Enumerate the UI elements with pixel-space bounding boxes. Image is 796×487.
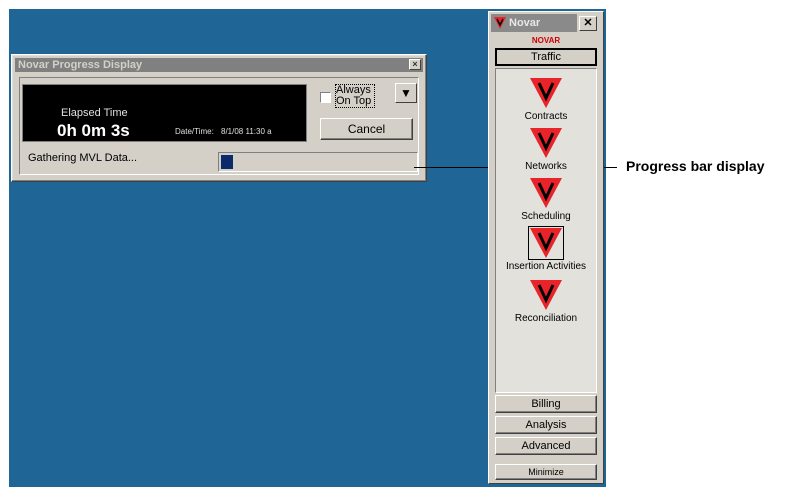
dropdown-button[interactable]: ▼ [395, 83, 417, 103]
always-on-top-checkbox[interactable] [320, 92, 331, 103]
module-reconciliation[interactable]: Reconciliation [496, 279, 596, 324]
novar-v-icon [530, 178, 562, 208]
callout-label: Progress bar display [626, 158, 765, 174]
datetime-label: Date/Time: [175, 127, 214, 136]
always-on-top-label[interactable]: Always On Top [335, 84, 375, 108]
status-text: Gathering MVL Data... [28, 152, 138, 164]
novar-v-icon [528, 226, 564, 260]
elapsed-time-value: 0h 0m 3s [57, 121, 130, 140]
module-label: Insertion Activities [505, 261, 587, 272]
module-label: Reconciliation [514, 313, 578, 324]
elapsed-time-panel: Elapsed Time 0h 0m 3s Date/Time: 8/1/08 … [22, 84, 307, 142]
progress-bar-fill [221, 155, 233, 169]
traffic-button[interactable]: Traffic [495, 48, 597, 66]
toolbar-title: Novar [509, 17, 541, 29]
module-networks[interactable]: Networks [496, 127, 596, 172]
elapsed-time-label: Elapsed Time [61, 107, 128, 119]
minimize-button[interactable]: Minimize [495, 464, 597, 480]
dialog-close-button[interactable]: × [409, 59, 421, 70]
novar-toolbar: Novar ✕ NOVAR Traffic Contracts Networks… [488, 11, 604, 484]
module-label: Contracts [524, 111, 568, 122]
novar-v-icon [530, 128, 562, 158]
novar-logo-icon [494, 17, 506, 29]
cancel-button[interactable]: Cancel [320, 118, 413, 140]
triangle-down-icon: ▼ [400, 86, 412, 100]
datetime-value: 8/1/08 11:30 a [221, 127, 272, 136]
billing-button[interactable]: Billing [495, 395, 597, 413]
novar-v-icon [530, 78, 562, 108]
toolbar-title-bar[interactable]: Novar [491, 14, 577, 32]
module-contracts[interactable]: Contracts [496, 77, 596, 122]
module-panel: Contracts Networks Scheduling Insertion … [495, 68, 597, 393]
brand-label: NOVAR [531, 36, 561, 45]
dialog-title-bar[interactable]: Novar Progress Display × [15, 58, 423, 72]
module-insertion-activities[interactable]: Insertion Activities [496, 226, 596, 272]
module-label: Networks [525, 161, 567, 172]
dialog-title: Novar Progress Display [18, 59, 143, 71]
novar-v-icon [530, 280, 562, 310]
analysis-button[interactable]: Analysis [495, 416, 597, 434]
advanced-button[interactable]: Advanced [495, 437, 597, 455]
module-label: Scheduling [521, 211, 571, 222]
module-scheduling[interactable]: Scheduling [496, 177, 596, 222]
toolbar-close-button[interactable]: ✕ [579, 16, 597, 31]
progress-bar [218, 152, 418, 172]
